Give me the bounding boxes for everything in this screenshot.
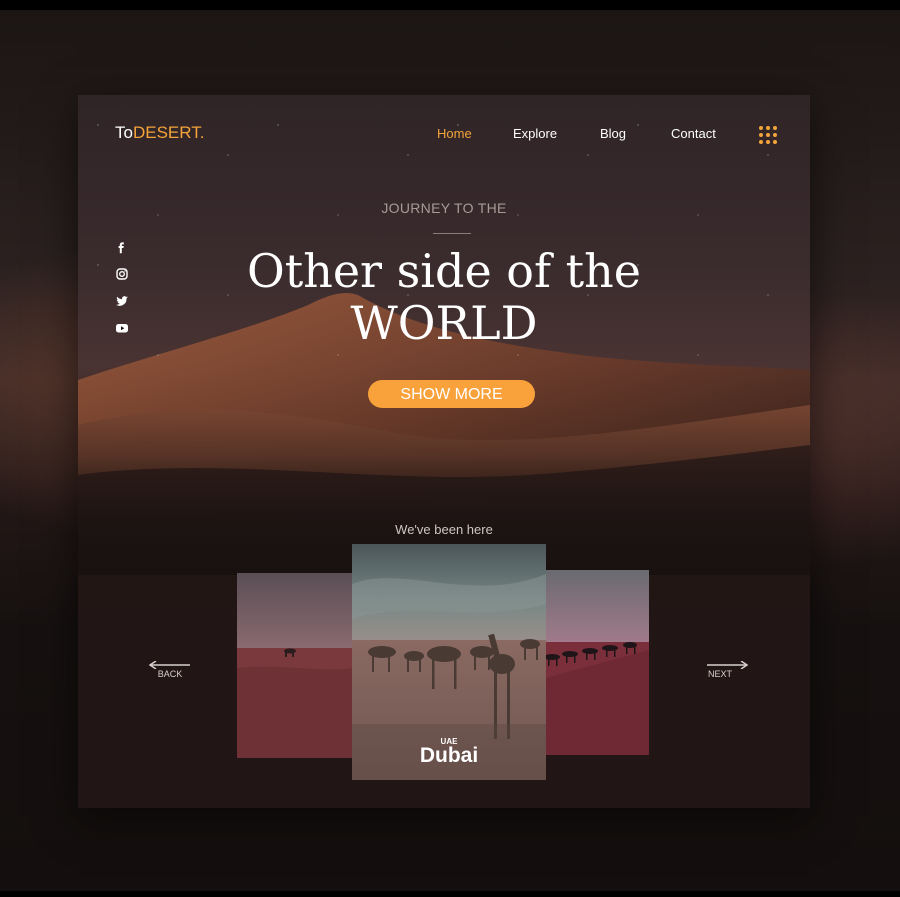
arrow-left-icon [148,661,190,669]
hero-headline: Other side of the WORLD [78,245,810,349]
grid-menu-icon[interactable] [759,126,777,144]
nav-blog[interactable]: Blog [600,126,626,141]
featured-city: Dubai [419,744,479,767]
back-label: BACK [157,669,183,679]
next-label: NEXT [707,669,732,679]
headline-line-1: Other side of the [247,244,641,298]
hero-kicker: JOURNEY TO THE [381,200,507,216]
headline-line-2: WORLD [350,296,538,350]
brand-prefix: To [115,123,133,142]
brand-logo[interactable]: ToDESERT. [115,123,204,143]
landing-page: ToDESERT. Home Explore Blog Contact JOUR… [78,95,810,808]
next-button[interactable]: NEXT [705,661,765,685]
place-card-featured[interactable]: UAE Dubai [352,544,546,780]
places-heading: We've been here [395,522,493,537]
kicker-divider [433,233,471,234]
desert-photo-right [538,570,649,755]
arrow-right-icon [707,661,749,669]
show-more-button[interactable]: SHOW MORE [368,380,535,408]
place-card-right[interactable] [538,570,649,755]
nav-home[interactable]: Home [437,126,472,141]
desert-photo-left [237,573,353,758]
place-card-left[interactable] [237,573,353,758]
nav-contact[interactable]: Contact [671,126,716,141]
brand-accent: DESERT. [132,123,205,142]
nav-explore[interactable]: Explore [513,126,557,141]
back-button[interactable]: BACK [148,661,208,685]
